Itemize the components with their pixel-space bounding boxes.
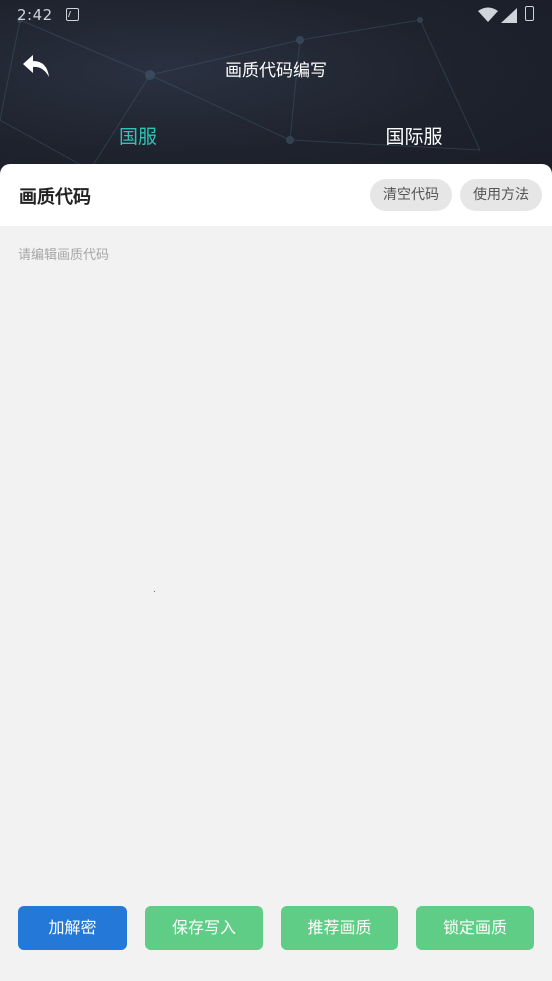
- status-time: 2:42: [17, 6, 53, 24]
- page-title: 画质代码编写: [225, 61, 327, 81]
- tab-cn-server[interactable]: 国服: [0, 122, 276, 149]
- recommend-quality-button[interactable]: 推荐画质: [281, 906, 398, 950]
- decrypt-button[interactable]: 加解密: [18, 906, 127, 950]
- text-cursor-dot: [154, 591, 155, 592]
- wifi-icon: [478, 7, 498, 22]
- notification-icon: [66, 8, 79, 21]
- server-tabs: 国服 国际服: [0, 116, 552, 156]
- signal-icon: [501, 8, 517, 23]
- usage-help-button[interactable]: 使用方法: [460, 179, 542, 211]
- lock-quality-button[interactable]: 锁定画质: [416, 906, 534, 950]
- status-bar: 2:42: [0, 0, 552, 32]
- code-input[interactable]: [18, 244, 534, 874]
- tab-intl-server[interactable]: 国际服: [276, 122, 552, 149]
- code-editor-area: [0, 226, 552, 890]
- clear-code-button[interactable]: 清空代码: [370, 179, 452, 211]
- save-write-button[interactable]: 保存写入: [145, 906, 263, 950]
- battery-icon: [525, 6, 534, 21]
- code-card-header: 画质代码 清空代码 使用方法: [0, 164, 552, 226]
- card-title: 画质代码: [19, 187, 91, 208]
- header: 2:42 画质代码编写 国服 国际服: [0, 0, 552, 180]
